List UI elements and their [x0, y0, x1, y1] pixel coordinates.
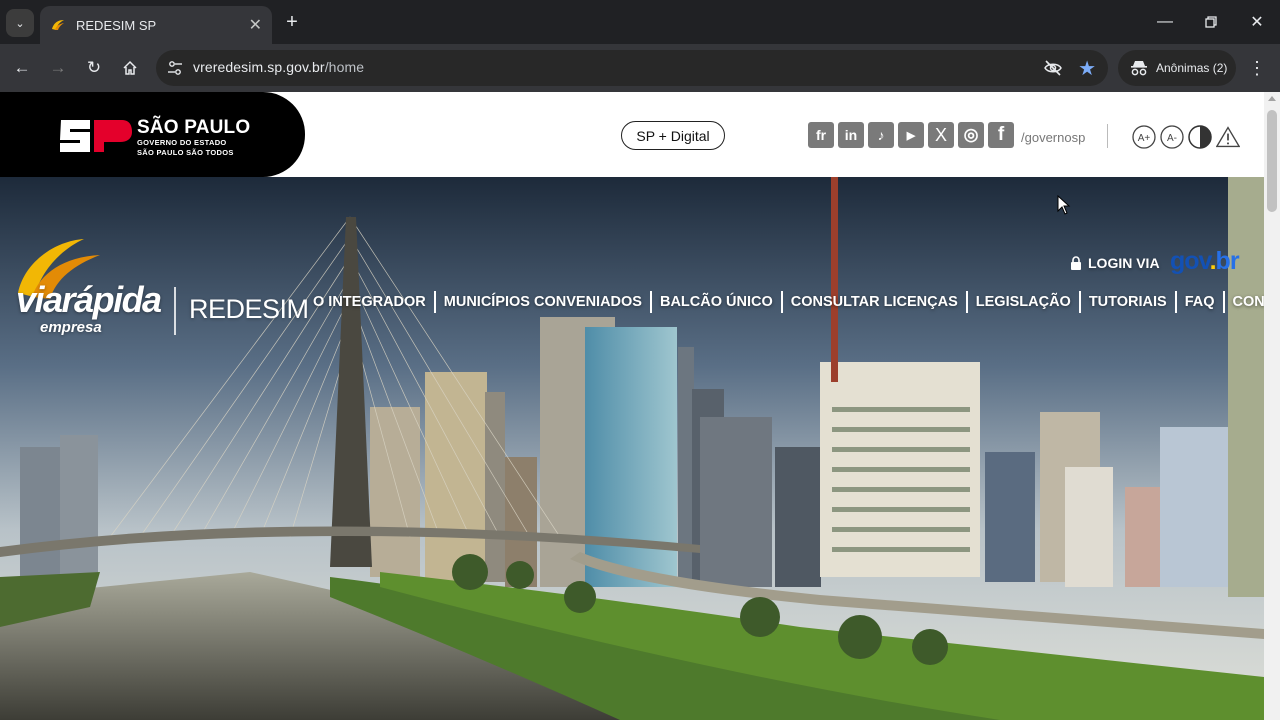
incognito-icon [1131, 61, 1147, 76]
facebook-icon[interactable]: f [988, 122, 1014, 148]
viarapida-brand[interactable]: viarápida [16, 279, 162, 321]
redesim-brand[interactable]: REDESIM [189, 294, 309, 325]
govbr-gov: gov [1170, 247, 1211, 275]
tab-title: REDESIM SP [76, 17, 157, 33]
contrast-icon [1188, 125, 1212, 149]
close-window-button[interactable]: ✕ [1234, 0, 1280, 44]
font-increase-button[interactable]: A+ [1132, 125, 1156, 149]
govbr-logo[interactable]: gov.br [1170, 247, 1240, 276]
social-handle: /governosp [1021, 130, 1086, 145]
warning-icon [1216, 126, 1240, 148]
bookmark-star-icon[interactable]: ★ [1078, 56, 1096, 81]
restore-icon [1205, 16, 1217, 28]
url-text: vreredesim.sp.gov.br/home [193, 59, 364, 75]
brand-divider [174, 287, 176, 335]
state-slogan: SÃO PAULO SÃO TODOS [137, 148, 234, 157]
favicon-icon [52, 20, 64, 30]
youtube-icon[interactable]: ▶ [898, 122, 924, 148]
font-decrease-button[interactable]: A- [1160, 125, 1184, 149]
scroll-up-arrow-icon[interactable] [1268, 96, 1276, 101]
social-links: fr in ♪ ▶ X ◎ f [808, 122, 1014, 148]
main-nav: O INTEGRADOR MUNICÍPIOS CONVENIADOS BALC… [305, 290, 1264, 314]
restore-button[interactable] [1188, 0, 1234, 44]
state-subtitle: GOVERNO DO ESTADO [137, 138, 227, 147]
gov-header: SÃO PAULO GOVERNO DO ESTADO SÃO PAULO SÃ… [0, 92, 1264, 177]
minimize-button[interactable]: — [1142, 0, 1188, 44]
nav-consultar-licencas[interactable]: CONSULTAR LICENÇAS [783, 294, 966, 310]
govbr-br: br [1215, 247, 1240, 275]
tab-close-icon[interactable]: ✕ [249, 15, 262, 35]
browser-menu-icon[interactable]: ⋮ [1247, 56, 1267, 80]
browser-toolbar: ← → ↻ vreredesim.sp.gov.br/home ★ Anônim… [0, 44, 1280, 92]
flickr-icon[interactable]: fr [808, 122, 834, 148]
incognito-label: Anônimas (2) [1156, 61, 1228, 75]
tiktok-icon[interactable]: ♪ [868, 122, 894, 148]
incognito-button[interactable]: Anônimas (2) [1118, 50, 1236, 86]
site-settings-icon[interactable] [166, 59, 184, 77]
contrast-button[interactable] [1188, 125, 1212, 149]
login-govbr-link[interactable]: LOGIN VIA [1070, 255, 1160, 271]
font-decrease-icon: A- [1160, 125, 1184, 149]
new-tab-button[interactable]: + [280, 10, 304, 34]
scroll-thumb[interactable] [1267, 110, 1277, 212]
nav-tutoriais[interactable]: TUTORIAIS [1081, 294, 1175, 310]
reload-button[interactable]: ↻ [80, 54, 108, 82]
nav-faq[interactable]: FAQ [1177, 294, 1223, 310]
eye-off-icon[interactable] [1043, 58, 1063, 78]
url-host: vreredesim.sp.gov.br [193, 59, 325, 75]
gov-sp-brand[interactable]: SÃO PAULO GOVERNO DO ESTADO SÃO PAULO SÃ… [0, 92, 305, 177]
nav-legislacao[interactable]: LEGISLAÇÃO [968, 294, 1079, 310]
header-divider [1107, 124, 1108, 148]
x-twitter-icon[interactable]: X [928, 122, 954, 148]
tab-active[interactable]: REDESIM SP ✕ [40, 6, 272, 44]
chevron-down-icon: ⌄ [15, 17, 25, 30]
hero-banner: viarápida empresa REDESIM LOGIN VIA gov.… [0, 177, 1264, 720]
tab-search-button[interactable]: ⌄ [6, 9, 34, 37]
nav-balcao-unico[interactable]: BALCÃO ÚNICO [652, 294, 781, 310]
lock-icon [1071, 256, 1081, 270]
home-icon [123, 60, 137, 75]
back-button[interactable]: ← [8, 54, 36, 82]
page-viewport: SÃO PAULO GOVERNO DO ESTADO SÃO PAULO SÃ… [0, 92, 1264, 720]
forward-button[interactable]: → [44, 54, 72, 82]
home-button[interactable] [116, 54, 144, 82]
sp-logo-icon [60, 120, 132, 152]
address-bar[interactable]: vreredesim.sp.gov.br/home ★ [156, 50, 1108, 86]
mouse-cursor-icon [1057, 195, 1071, 215]
viarapida-subbrand: empresa [40, 319, 102, 336]
nav-contato[interactable]: CONTATO [1225, 294, 1264, 310]
login-label: LOGIN VIA [1088, 255, 1160, 271]
nav-o-integrador[interactable]: O INTEGRADOR [305, 294, 434, 310]
linkedin-icon[interactable]: in [838, 122, 864, 148]
tab-strip: ⌄ REDESIM SP ✕ + — ✕ [0, 0, 1280, 44]
instagram-icon[interactable]: ◎ [958, 122, 984, 148]
svg-text:A+: A+ [1138, 133, 1151, 144]
sp-digital-button[interactable]: SP + Digital [621, 121, 725, 150]
alert-button[interactable] [1216, 125, 1240, 149]
page-scrollbar[interactable] [1264, 92, 1280, 720]
nav-municipios-conveniados[interactable]: MUNICÍPIOS CONVENIADOS [436, 294, 650, 310]
state-title: SÃO PAULO [137, 117, 251, 138]
url-path: /home [324, 59, 365, 75]
svg-text:A-: A- [1167, 133, 1177, 144]
font-increase-icon: A+ [1132, 125, 1156, 149]
